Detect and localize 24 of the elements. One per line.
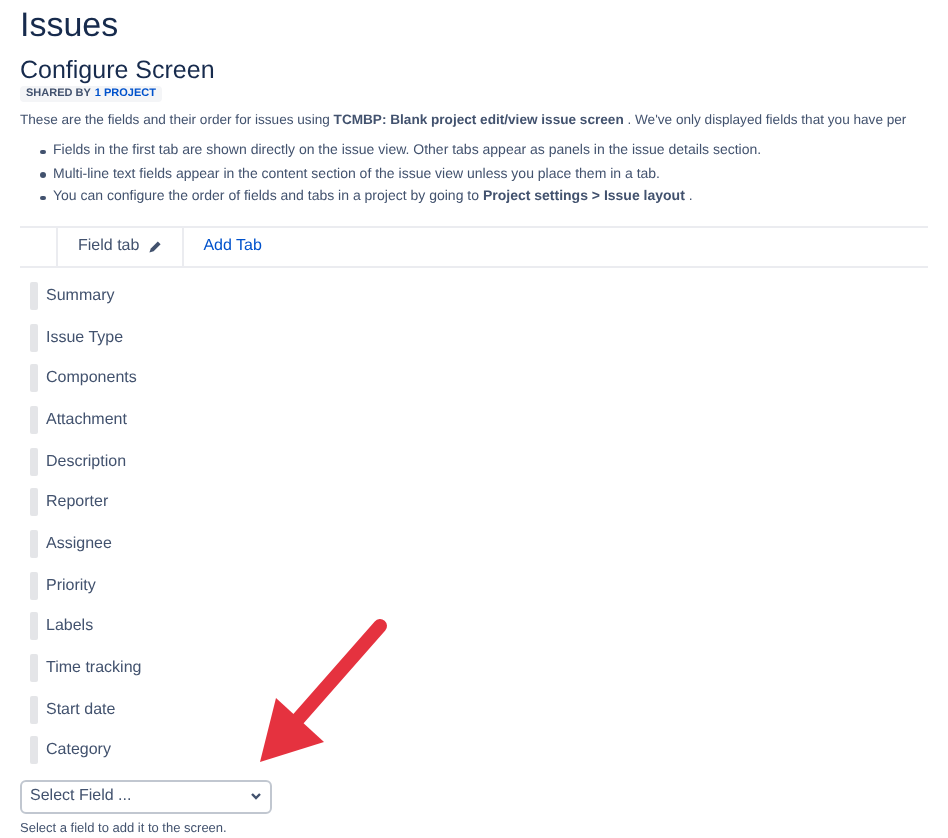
select-placeholder: Select Field ... <box>30 784 132 809</box>
field-name: Labels <box>46 614 94 639</box>
field-name: Attachment <box>46 407 127 432</box>
field-name: Category <box>46 738 111 763</box>
screen-title: Configure Screen <box>20 56 217 86</box>
bullet-icon <box>40 172 45 177</box>
bullet-icon <box>40 195 45 200</box>
field-name: Time tracking <box>46 656 142 681</box>
chevron-down-icon <box>250 792 262 801</box>
field-name: Description <box>46 449 127 474</box>
tab[interactable]: Field tab <box>56 227 184 265</box>
field-name: Start date <box>46 697 116 722</box>
pencil-icon <box>147 239 162 253</box>
pointer-arrow <box>260 619 387 762</box>
page-title: Issues <box>20 4 121 48</box>
field-name: Priority <box>46 573 96 598</box>
tab[interactable]: Add Tab <box>195 227 270 265</box>
field-name: Components <box>46 366 137 391</box>
field-name: Reporter <box>46 490 109 515</box>
select-field[interactable]: Select Field ... <box>20 779 272 814</box>
field-name: Summary <box>46 283 115 308</box>
field-name: Assignee <box>46 531 112 556</box>
bullet-icon <box>40 149 45 154</box>
field-name: Issue Type <box>46 325 124 350</box>
